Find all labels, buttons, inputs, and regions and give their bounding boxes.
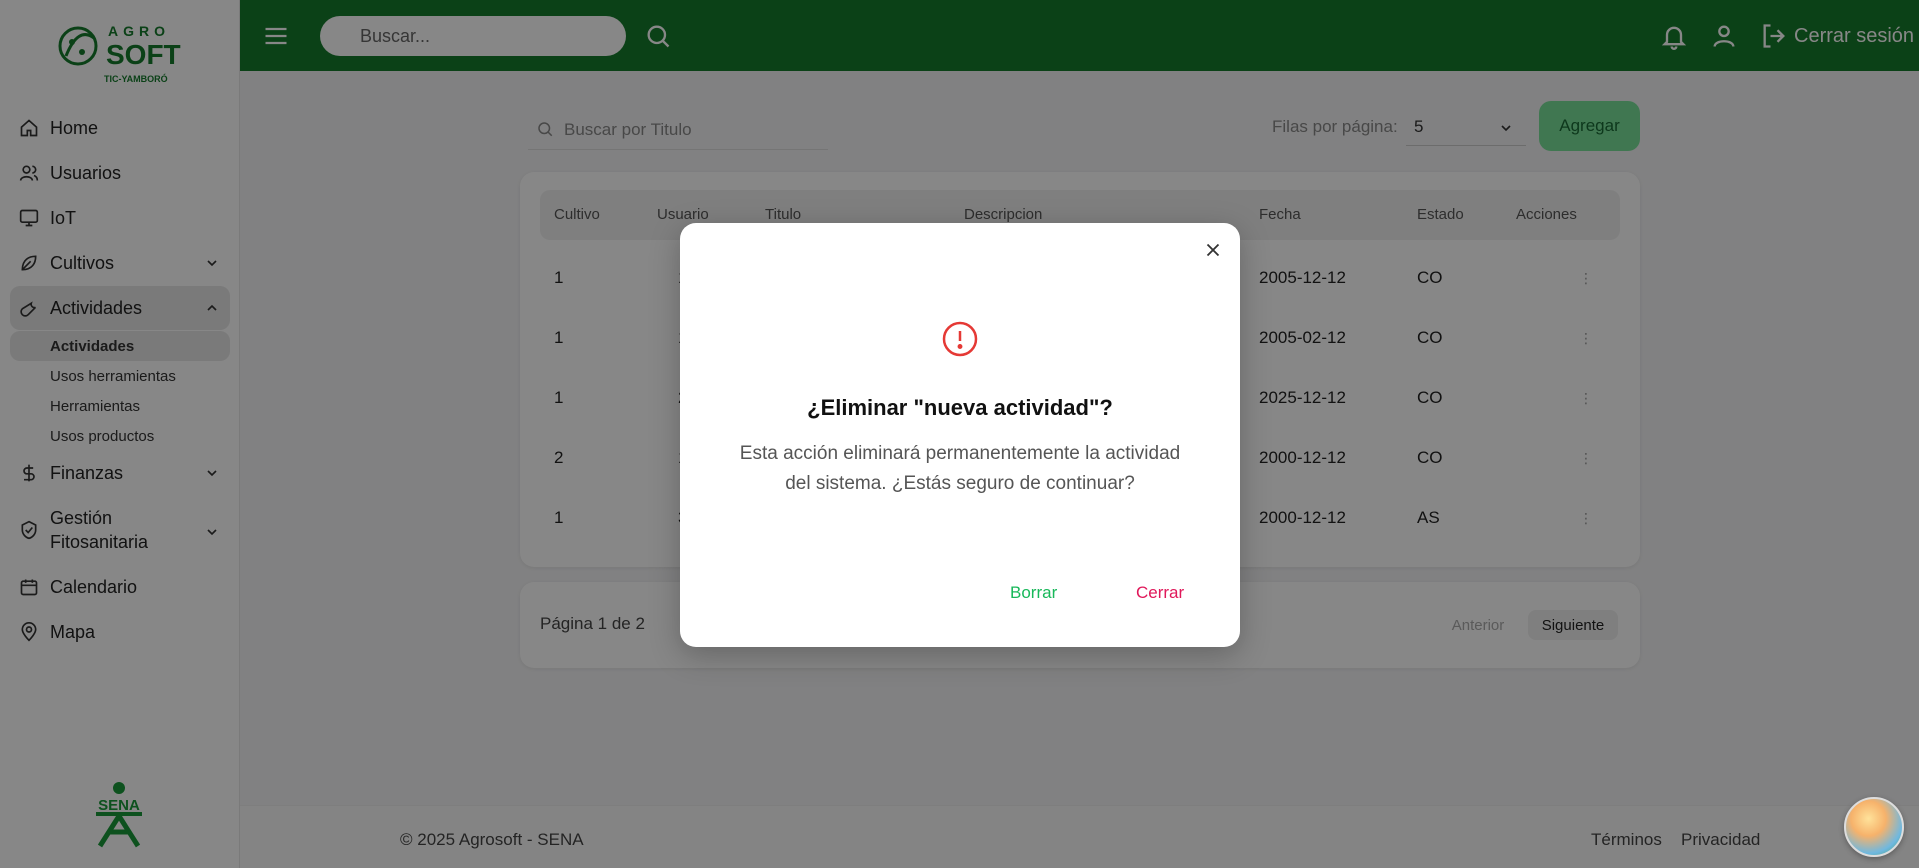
delete-confirmation-dialog: ¿Eliminar "nueva actividad"? Esta acción… [680,223,1240,647]
dialog-message: Esta acción eliminará permanentemente la… [739,443,1181,494]
cancel-button[interactable]: Cerrar [1136,583,1184,603]
confirm-delete-button[interactable]: Borrar [1010,583,1057,603]
assistant-avatar[interactable] [1844,797,1904,857]
close-icon[interactable] [1202,239,1224,261]
dialog-title: ¿Eliminar "nueva actividad"? [807,395,1113,420]
alert-circle-icon [941,320,979,358]
